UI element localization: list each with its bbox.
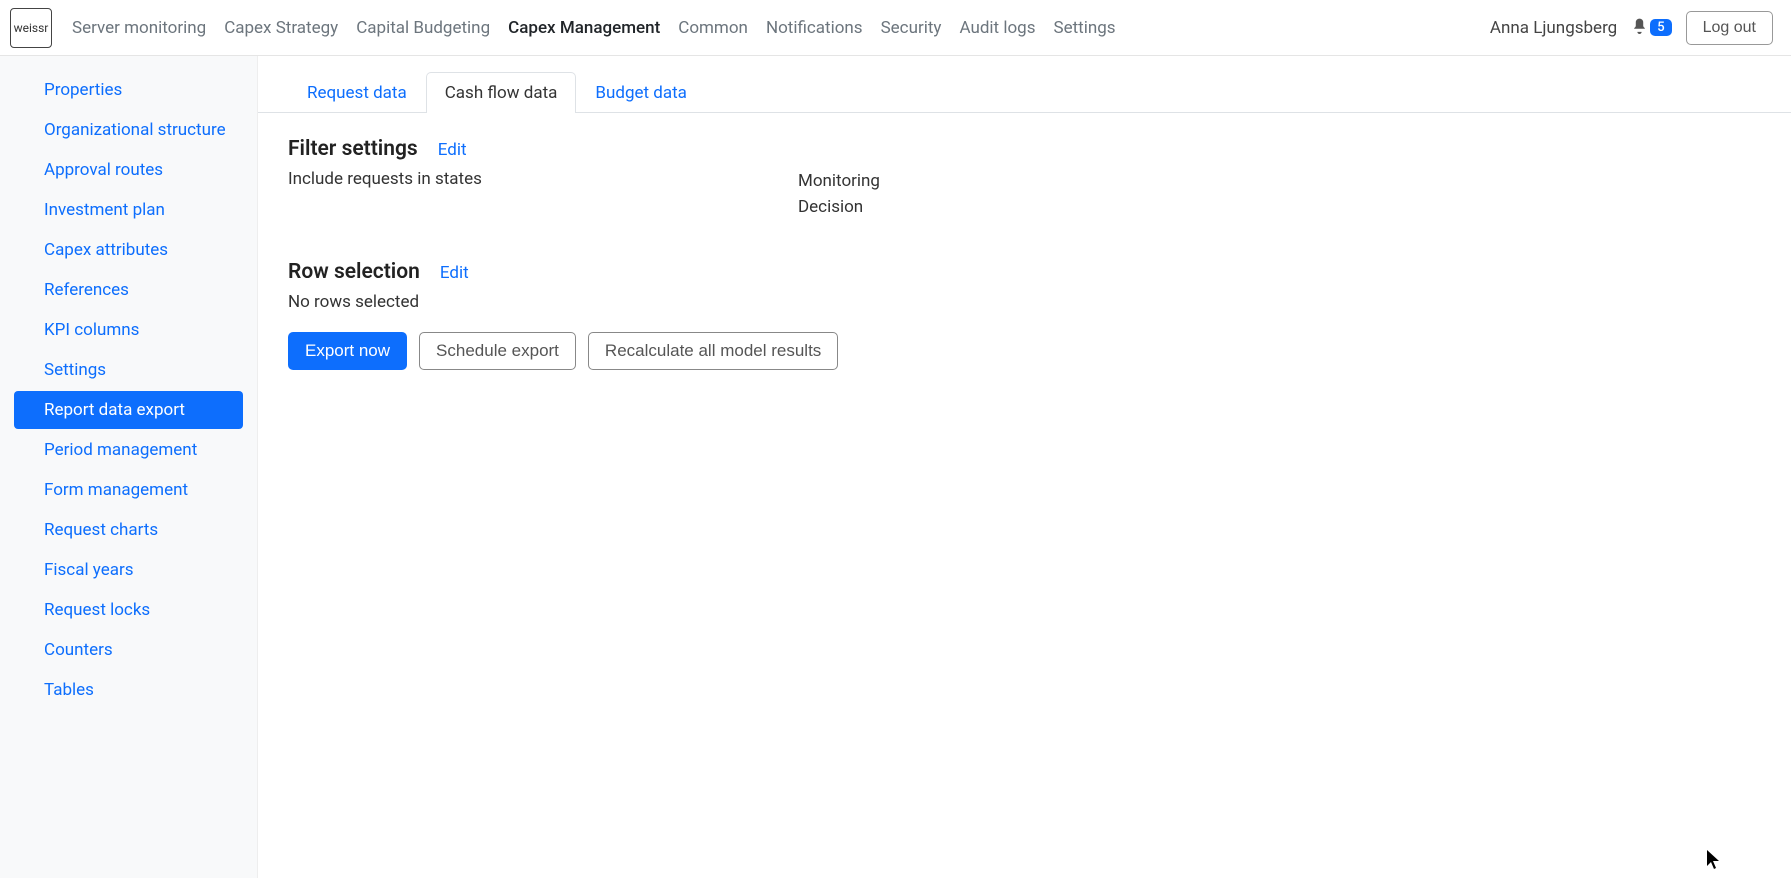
nav-common[interactable]: Common <box>678 18 748 38</box>
sidebar-counters[interactable]: Counters <box>14 631 243 669</box>
nav-capex-strategy[interactable]: Capex Strategy <box>224 18 338 38</box>
nav-capital-budgeting[interactable]: Capital Budgeting <box>356 18 490 38</box>
nav-notifications[interactable]: Notifications <box>766 18 863 38</box>
nav-audit-logs[interactable]: Audit logs <box>959 18 1035 38</box>
filter-settings-header: Filter settings Edit <box>288 137 1761 161</box>
sidebar-org-structure[interactable]: Organizational structure <box>14 111 243 149</box>
sidebar-form-management[interactable]: Form management <box>14 471 243 509</box>
sidebar-capex-attributes[interactable]: Capex attributes <box>14 231 243 269</box>
main-content: Request data Cash flow data Budget data … <box>258 56 1791 878</box>
filter-label: Include requests in states <box>288 169 798 220</box>
sidebar-period-management[interactable]: Period management <box>14 431 243 469</box>
sidebar-references[interactable]: References <box>14 271 243 309</box>
logo[interactable]: weissr <box>10 8 52 48</box>
filter-settings-title: Filter settings <box>288 137 418 161</box>
filter-values: Monitoring Decision <box>798 169 880 220</box>
nav-settings[interactable]: Settings <box>1054 18 1116 38</box>
recalculate-button[interactable]: Recalculate all model results <box>588 332 838 370</box>
row-selection-text: No rows selected <box>288 292 1761 312</box>
tab-cash-flow-data[interactable]: Cash flow data <box>426 72 577 113</box>
sidebar-approval-routes[interactable]: Approval routes <box>14 151 243 189</box>
sidebar-report-data-export[interactable]: Report data export <box>14 391 243 429</box>
bell-icon <box>1631 17 1648 38</box>
export-now-button[interactable]: Export now <box>288 332 407 370</box>
top-nav: Server monitoring Capex Strategy Capital… <box>72 18 1490 38</box>
filter-value-decision: Decision <box>798 195 880 221</box>
user-name: Anna Ljungsberg <box>1490 18 1617 38</box>
row-selection-edit-link[interactable]: Edit <box>440 263 469 283</box>
logout-button[interactable]: Log out <box>1686 11 1773 45</box>
sidebar-investment-plan[interactable]: Investment plan <box>14 191 243 229</box>
sidebar: Properties Organizational structure Appr… <box>0 56 258 878</box>
tab-request-data[interactable]: Request data <box>288 72 426 113</box>
row-selection-header: Row selection Edit <box>288 260 1761 284</box>
sidebar-settings[interactable]: Settings <box>14 351 243 389</box>
nav-security[interactable]: Security <box>881 18 942 38</box>
filter-row: Include requests in states Monitoring De… <box>288 169 1761 220</box>
schedule-export-button[interactable]: Schedule export <box>419 332 576 370</box>
notification-count-badge: 5 <box>1650 19 1671 36</box>
sidebar-request-charts[interactable]: Request charts <box>14 511 243 549</box>
sidebar-fiscal-years[interactable]: Fiscal years <box>14 551 243 589</box>
sidebar-tables[interactable]: Tables <box>14 671 243 709</box>
nav-server-monitoring[interactable]: Server monitoring <box>72 18 206 38</box>
tab-budget-data[interactable]: Budget data <box>576 72 706 113</box>
button-row: Export now Schedule export Recalculate a… <box>288 332 1761 370</box>
sidebar-request-locks[interactable]: Request locks <box>14 591 243 629</box>
nav-capex-management[interactable]: Capex Management <box>508 18 660 38</box>
header-right: Anna Ljungsberg 5 Log out <box>1490 11 1781 45</box>
filter-value-monitoring: Monitoring <box>798 169 880 195</box>
sidebar-kpi-columns[interactable]: KPI columns <box>14 311 243 349</box>
filter-edit-link[interactable]: Edit <box>438 140 467 160</box>
notifications-button[interactable]: 5 <box>1631 17 1671 38</box>
sidebar-properties[interactable]: Properties <box>14 71 243 109</box>
top-header: weissr Server monitoring Capex Strategy … <box>0 0 1791 56</box>
row-selection-title: Row selection <box>288 260 420 284</box>
tabs: Request data Cash flow data Budget data <box>258 56 1791 113</box>
